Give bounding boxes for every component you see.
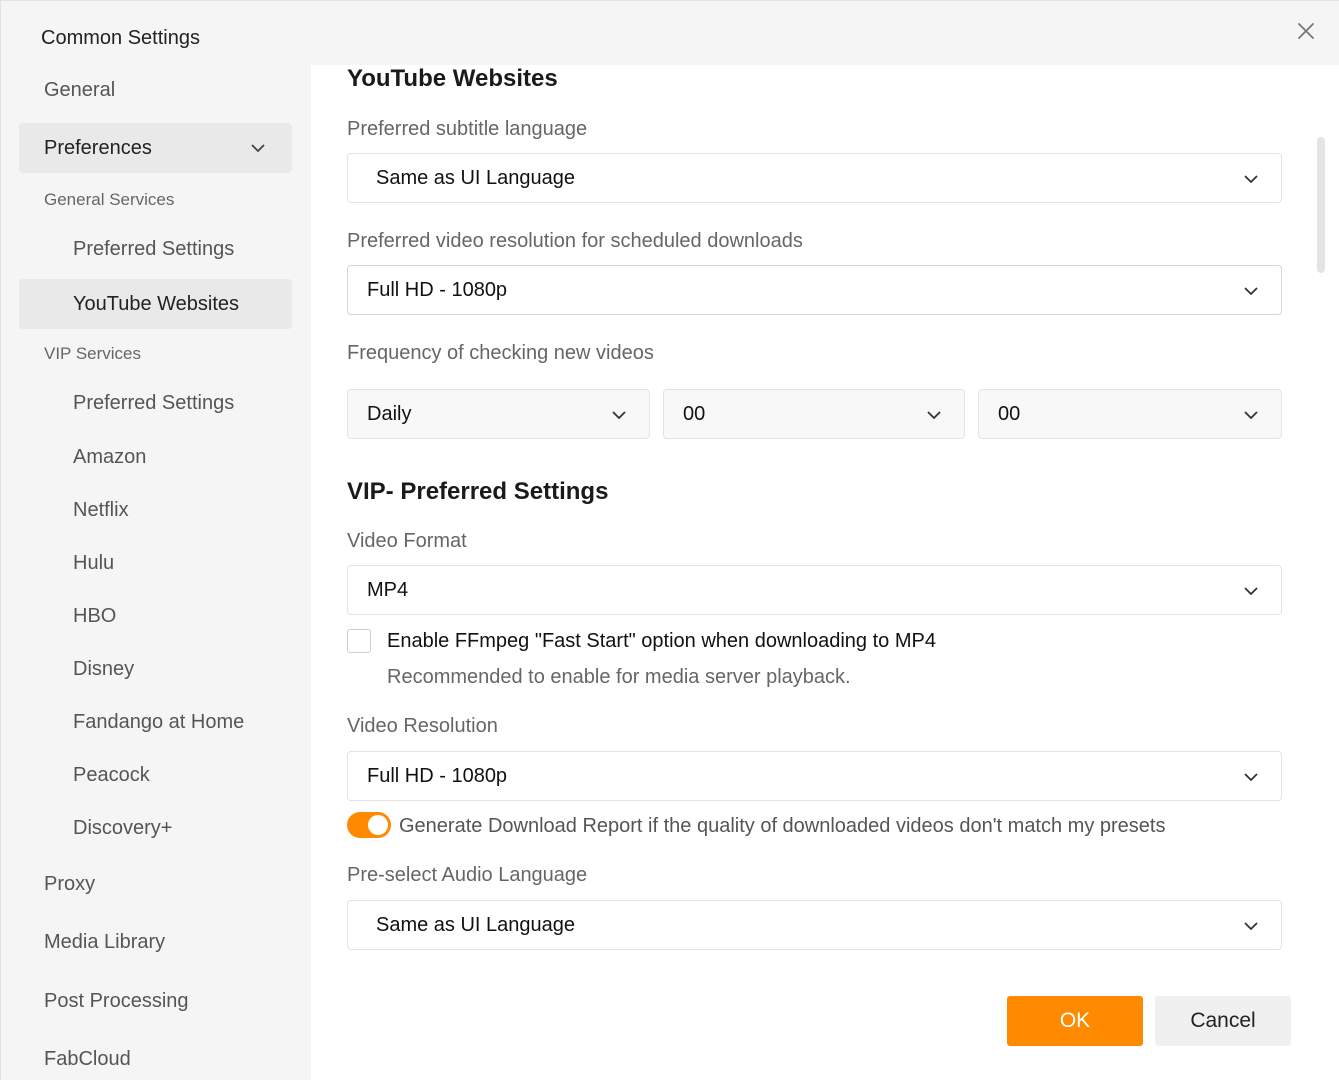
sidebar-item-preferred-settings[interactable]: Preferred Settings	[19, 224, 292, 274]
audio-language-select[interactable]: Same as UI Language	[347, 900, 1282, 950]
faststart-checkbox[interactable]	[347, 629, 371, 653]
sidebar-item-amazon[interactable]: Amazon	[19, 432, 292, 482]
chevron-down-icon	[927, 411, 941, 420]
video-format-label: Video Format	[347, 530, 467, 552]
sidebar-group-general-services: General Services	[19, 185, 292, 215]
vip-heading: VIP- Preferred Settings	[347, 478, 609, 505]
sidebar-item-label: Netflix	[73, 498, 129, 521]
scrollbar-thumb[interactable]	[1317, 137, 1325, 273]
sidebar-item-discovery[interactable]: Discovery+	[19, 803, 292, 853]
sidebar-item-proxy[interactable]: Proxy	[19, 859, 292, 909]
sidebar-item-preferences[interactable]: Preferences	[19, 123, 292, 173]
select-value: Daily	[367, 402, 412, 425]
chevron-down-icon	[251, 144, 265, 153]
sidebar-item-vip-preferred-settings[interactable]: Preferred Settings	[19, 378, 292, 428]
sidebar-item-label: Peacock	[73, 763, 150, 786]
sidebar-item-label: Amazon	[73, 445, 147, 468]
sidebar-item-netflix[interactable]: Netflix	[19, 485, 292, 535]
scheduled-resolution-label: Preferred video resolution for scheduled…	[347, 230, 803, 252]
settings-panel: YouTube Websites Preferred subtitle lang…	[311, 65, 1339, 1080]
sidebar-item-hulu[interactable]: Hulu	[19, 538, 292, 588]
sidebar-group-label: VIP Services	[44, 344, 142, 363]
video-format-select[interactable]: MP4	[347, 565, 1282, 615]
sidebar-item-fandango[interactable]: Fandango at Home	[19, 697, 292, 747]
sidebar-item-label: HBO	[73, 604, 117, 627]
close-icon[interactable]	[1294, 19, 1318, 43]
select-value: 00	[998, 402, 1021, 425]
chevron-down-icon	[1244, 175, 1258, 184]
scheduled-resolution-select[interactable]: Full HD - 1080p	[347, 265, 1282, 315]
sidebar-item-fabcloud[interactable]: FabCloud	[19, 1034, 292, 1080]
sidebar-item-disney[interactable]: Disney	[19, 644, 292, 694]
sidebar-item-label: Hulu	[73, 551, 115, 574]
frequency-select[interactable]: Daily	[347, 389, 650, 439]
select-value: Same as UI Language	[376, 913, 576, 936]
sidebar-item-label: Preferences	[44, 136, 152, 159]
hour-select[interactable]: 00	[663, 389, 965, 439]
subtitle-language-label: Preferred subtitle language	[347, 118, 588, 140]
sidebar-group-vip-services: VIP Services	[19, 339, 292, 369]
sidebar-item-label: Post Processing	[44, 989, 189, 1012]
audio-language-label: Pre-select Audio Language	[347, 864, 588, 886]
select-value: 00	[683, 402, 706, 425]
faststart-hint: Recommended to enable for media server p…	[387, 666, 851, 688]
video-resolution-label: Video Resolution	[347, 715, 498, 737]
dialog-title: Common Settings	[41, 27, 200, 49]
sidebar-item-label: Media Library	[44, 930, 166, 953]
chevron-down-icon	[1244, 287, 1258, 296]
select-value: Full HD - 1080p	[367, 764, 508, 787]
chevron-down-icon	[612, 411, 626, 420]
faststart-label: Enable FFmpeg "Fast Start" option when d…	[387, 630, 936, 652]
frequency-label: Frequency of checking new videos	[347, 342, 654, 364]
select-value: Full HD - 1080p	[367, 278, 508, 301]
subtitle-language-select[interactable]: Same as UI Language	[347, 153, 1282, 203]
chevron-down-icon	[1244, 411, 1258, 420]
sidebar-item-label: Disney	[73, 657, 135, 680]
select-value: MP4	[367, 578, 409, 601]
sidebar-item-label: Preferred Settings	[73, 237, 235, 260]
download-report-label: Generate Download Report if the quality …	[399, 815, 1166, 837]
chevron-down-icon	[1244, 773, 1258, 782]
sidebar-item-youtube-websites[interactable]: YouTube Websites	[19, 279, 292, 329]
video-resolution-select[interactable]: Full HD - 1080p	[347, 751, 1282, 801]
sidebar-item-general[interactable]: General	[19, 65, 292, 115]
youtube-heading: YouTube Websites	[347, 65, 558, 92]
sidebar-item-hbo[interactable]: HBO	[19, 591, 292, 641]
chevron-down-icon	[1244, 587, 1258, 596]
minute-select[interactable]: 00	[978, 389, 1282, 439]
ok-button[interactable]: OK	[1007, 996, 1143, 1046]
sidebar-item-label: Fandango at Home	[73, 710, 245, 733]
sidebar-item-post-processing[interactable]: Post Processing	[19, 976, 292, 1026]
sidebar-item-peacock[interactable]: Peacock	[19, 750, 292, 800]
sidebar-item-label: Proxy	[44, 872, 96, 895]
download-report-toggle[interactable]	[347, 812, 391, 838]
title-bar: Common Settings	[1, 1, 1339, 65]
toggle-knob	[368, 815, 388, 835]
sidebar-item-label: FabCloud	[44, 1047, 131, 1070]
sidebar-item-label: YouTube Websites	[73, 292, 240, 315]
sidebar-item-media-library[interactable]: Media Library	[19, 917, 292, 967]
settings-dialog: Common Settings General Preferences Gene…	[0, 0, 1339, 1080]
sidebar-item-label: Discovery+	[73, 816, 173, 839]
sidebar-item-label: Preferred Settings	[73, 391, 235, 414]
chevron-down-icon	[1244, 922, 1258, 931]
sidebar: General Preferences General Services Pre…	[1, 65, 311, 1080]
sidebar-group-label: General Services	[44, 190, 175, 209]
cancel-button[interactable]: Cancel	[1155, 996, 1291, 1046]
sidebar-item-label: General	[44, 78, 116, 101]
select-value: Same as UI Language	[376, 166, 576, 189]
